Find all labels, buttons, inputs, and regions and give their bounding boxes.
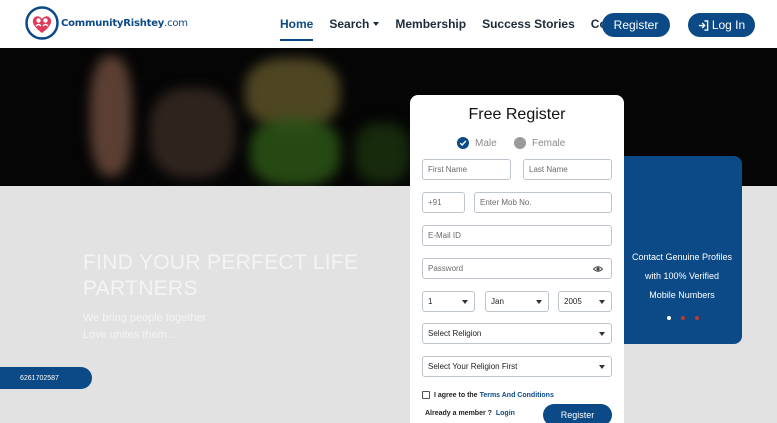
religion-select[interactable]: Select Religion [422,323,612,344]
terms-label: I agree to the [434,391,478,399]
nav-membership[interactable]: Membership [395,0,466,48]
radio-unchecked-icon[interactable] [514,137,526,149]
site-header: CommunityRishtey.com Home Search Members… [0,0,777,48]
nav-success-stories[interactable]: Success Stories [482,0,575,48]
hero-subtitle-line: Love unites them... [83,329,176,341]
nav-search[interactable]: Search [329,0,380,48]
bokeh-light [250,118,340,186]
chevron-down-icon [599,300,605,304]
gender-male-option[interactable]: Male [457,137,497,149]
nav-home[interactable]: Home [280,0,314,48]
bokeh-light [90,56,132,176]
terms-agreement: I agree to the Terms And Conditions [422,391,554,399]
free-register-form: Free Register Male Female First Name Las… [410,95,624,423]
terms-checkbox[interactable] [422,391,430,399]
brand-logo[interactable]: CommunityRishtey.com [25,6,188,40]
chevron-down-icon [373,22,380,26]
info-line: with 100% Verified [644,271,720,281]
gender-label: Male [475,137,497,149]
carousel-dots [667,316,709,320]
heart-couple-logo-icon [25,6,59,40]
sign-in-icon [698,19,709,31]
dob-month-select[interactable]: Jan [485,291,549,312]
info-text: Contact Genuine Profiles with 100% Verif… [626,248,738,305]
chevron-down-icon [536,300,542,304]
gender-label: Female [532,137,566,149]
info-carousel-card: Contact Genuine Profiles with 100% Verif… [618,156,742,344]
member-label: Already a member ? [425,410,492,417]
bokeh-light [355,123,410,183]
header-login-button[interactable]: Log In [688,13,755,37]
dob-year-select[interactable]: 2005 [558,291,612,312]
email-input[interactable]: E-Mail ID [422,225,612,246]
brand-name: CommunityRishtey.com [61,17,188,29]
password-input[interactable]: Password [422,258,612,279]
hero-subtitle-line: We bring people together [83,312,207,324]
form-title: Free Register [468,106,566,123]
country-code-input[interactable]: +91 [422,192,465,213]
terms-link[interactable]: Terms And Conditions [480,392,554,399]
info-line: Mobile Numbers [649,290,715,300]
mobile-input[interactable]: Enter Mob No. [474,192,612,213]
chevron-down-icon [462,300,468,304]
carousel-dot[interactable] [681,316,685,320]
chevron-down-icon [599,365,605,369]
gender-female-option[interactable]: Female [514,137,565,149]
hero-subtitle: We bring people together Love unites the… [83,310,206,344]
radio-checked-icon[interactable] [457,137,469,149]
caste-select[interactable]: Select Your Religion First [422,356,612,377]
carousel-dot[interactable] [667,316,671,320]
header-register-button[interactable]: Register [602,13,670,37]
dob-day-select[interactable]: 1 [422,291,475,312]
hero-title: FIND YOUR PERFECT LIFE PARTNERS [83,251,359,300]
chevron-down-icon [599,332,605,336]
info-line: Contact Genuine Profiles [631,252,733,262]
carousel-dot[interactable] [695,316,699,320]
register-submit-button[interactable]: Register [543,404,612,423]
eye-icon[interactable] [593,264,603,274]
first-name-input[interactable]: First Name [422,159,511,180]
last-name-input[interactable]: Last Name [523,159,612,180]
bokeh-light [150,88,235,178]
already-member-text: Already a member ? Login [425,410,515,417]
login-link[interactable]: Login [496,410,515,417]
phone-contact-pill[interactable]: 6261702587 [0,367,92,389]
